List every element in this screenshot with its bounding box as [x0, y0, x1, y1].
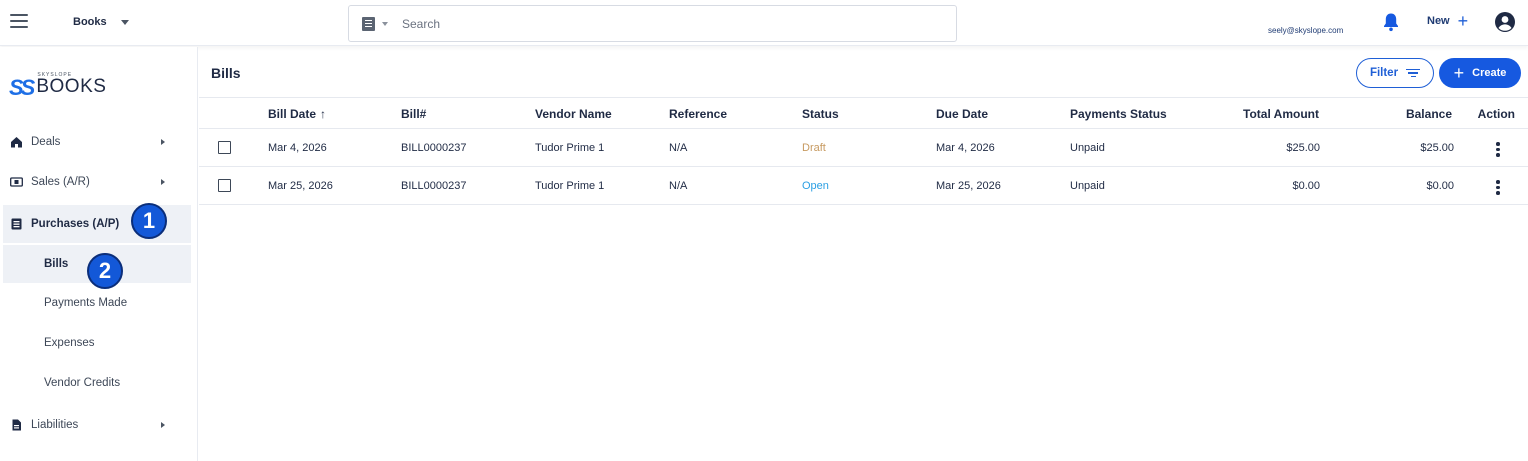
column-header-status[interactable]: Status [802, 107, 839, 121]
column-header-reference[interactable]: Reference [669, 107, 727, 121]
create-button-label: Create [1472, 67, 1507, 79]
sidebar-item-label: Liabilities [31, 419, 79, 431]
filter-icon [1406, 67, 1421, 80]
table-header: Bill Date ↑ Bill# Vendor Name Reference S… [199, 97, 1528, 129]
receipt-icon [11, 218, 22, 230]
cell-vendor-name: Tudor Prime 1 [535, 180, 605, 192]
cell-vendor-name: Tudor Prime 1 [535, 142, 605, 154]
skyslope-books-logo[interactable]: SS SKYSLOPE BOOKS [9, 72, 107, 100]
house-icon [11, 137, 22, 148]
sidebar-subitem-label: Expenses [44, 337, 95, 349]
sidebar-item-deals[interactable]: Deals [0, 123, 198, 161]
column-header-balance[interactable]: Balance [1406, 107, 1452, 121]
caret-down-icon[interactable] [382, 21, 388, 26]
create-button[interactable]: + Create [1439, 58, 1521, 88]
column-header-total-amount[interactable]: Total Amount [1243, 107, 1319, 121]
user-email: seely@skyslope.com [1268, 26, 1344, 35]
cell-due-date: Mar 4, 2026 [936, 142, 995, 154]
column-header-label: Bill Date [268, 107, 317, 121]
logo-wordmark: SKYSLOPE BOOKS [36, 72, 107, 97]
cell-bill-no[interactable]: BILL0000237 [401, 180, 466, 192]
new-button[interactable]: New + [1427, 11, 1469, 31]
step-badge-2: 2 [87, 253, 123, 289]
sidebar: SS SKYSLOPE BOOKS Deals Sales (A/R) Purc… [0, 47, 198, 461]
filter-button[interactable]: Filter [1356, 58, 1434, 88]
column-header-vendor-name[interactable]: Vendor Name [535, 107, 612, 121]
cell-payments-status: Unpaid [1070, 142, 1105, 154]
cell-payments-status: Unpaid [1070, 180, 1105, 192]
page-title: Bills [211, 65, 241, 81]
sidebar-subitem-label: Payments Made [44, 297, 128, 309]
sidebar-subitem-expenses[interactable]: Expenses [3, 324, 191, 362]
column-header-bill-date[interactable]: Bill Date ↑ [268, 107, 326, 121]
sidebar-item-label: Purchases (A/P) [31, 218, 120, 230]
more-actions-icon[interactable] [1496, 180, 1500, 197]
sidebar-subitem-label: Vendor Credits [44, 377, 121, 389]
document-filter-icon[interactable] [362, 16, 375, 31]
cell-status: Draft [802, 142, 826, 154]
cell-total-amount: $0.00 [1292, 180, 1320, 192]
table-row[interactable]: Mar 25, 2026 BILL0000237 Tudor Prime 1 N… [199, 167, 1528, 205]
sidebar-subitem-payments-made[interactable]: Payments Made [3, 284, 191, 322]
cell-reference: N/A [669, 180, 688, 192]
sidebar-item-label: Deals [31, 136, 61, 148]
app-switcher-label: Books [73, 16, 107, 28]
logo-word: BOOKS [36, 76, 107, 97]
column-header-bill-no[interactable]: Bill# [401, 107, 426, 121]
sidebar-subitem-label: Bills [44, 258, 69, 270]
chevron-right-icon [161, 422, 165, 428]
cell-reference: N/A [669, 142, 688, 154]
cell-balance: $0.00 [1426, 180, 1454, 192]
main-content: Bills Filter + Create Bill Date ↑ Bill# V… [199, 47, 1528, 461]
sidebar-item-label: Sales (A/R) [31, 176, 90, 188]
logo-mark: SS [9, 75, 35, 100]
cell-status: Open [802, 180, 829, 192]
column-header-action: Action [1477, 107, 1515, 121]
sidebar-subitem-vendor-credits[interactable]: Vendor Credits [3, 364, 191, 402]
table-row[interactable]: Mar 4, 2026 BILL0000237 Tudor Prime 1 N/… [199, 129, 1528, 167]
cell-bill-date: Mar 25, 2026 [268, 180, 333, 192]
plus-icon: + [1453, 63, 1465, 83]
sidebar-item-liabilities[interactable]: Liabilities [0, 406, 198, 444]
row-checkbox[interactable] [218, 141, 231, 154]
row-checkbox[interactable] [218, 179, 231, 192]
top-bar: Books seely@skyslope.com New + [0, 0, 1528, 46]
money-icon [10, 177, 23, 187]
cell-balance: $25.00 [1420, 142, 1454, 154]
app-switcher[interactable]: Books [73, 16, 129, 28]
cell-due-date: Mar 25, 2026 [936, 180, 1001, 192]
cell-bill-no[interactable]: BILL0000237 [401, 142, 466, 154]
new-button-label: New [1427, 15, 1450, 27]
step-badge-1: 1 [131, 203, 167, 239]
column-header-due-date[interactable]: Due Date [936, 107, 988, 121]
search-input[interactable] [402, 16, 902, 31]
plus-icon: + [1457, 11, 1469, 31]
hamburger-menu-icon[interactable] [10, 14, 28, 28]
bills-table: Bill Date ↑ Bill# Vendor Name Reference S… [199, 97, 1528, 205]
search-bar [348, 5, 957, 42]
cell-bill-date: Mar 4, 2026 [268, 142, 327, 154]
sidebar-item-sales[interactable]: Sales (A/R) [0, 163, 198, 201]
cell-total-amount: $25.00 [1286, 142, 1320, 154]
more-actions-icon[interactable] [1496, 142, 1500, 159]
account-icon[interactable] [1494, 11, 1516, 33]
bell-icon[interactable] [1382, 12, 1400, 32]
document-icon [12, 419, 21, 431]
logo-small-text: SKYSLOPE [37, 72, 73, 78]
column-header-payments-status[interactable]: Payments Status [1070, 107, 1167, 121]
chevron-down-icon [120, 20, 129, 25]
filter-button-label: Filter [1369, 67, 1399, 79]
chevron-right-icon [161, 139, 165, 145]
sort-ascending-icon[interactable]: ↑ [320, 107, 326, 121]
chevron-right-icon [161, 179, 165, 185]
